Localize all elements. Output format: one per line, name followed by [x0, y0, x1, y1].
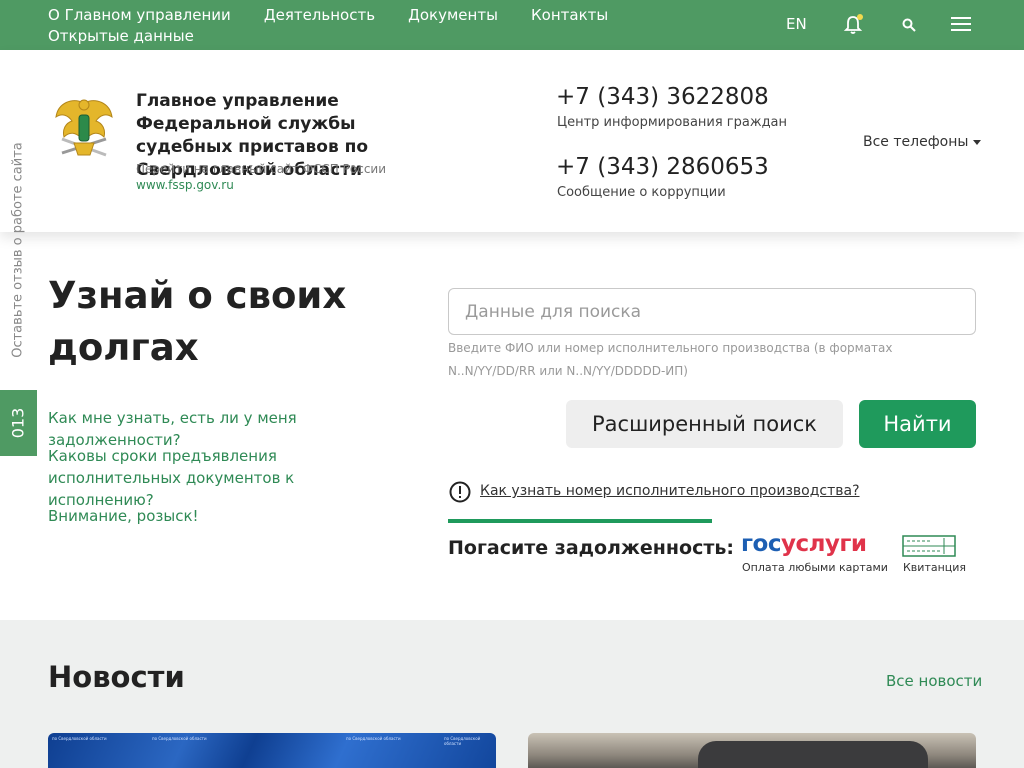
pay-accent-line — [448, 519, 712, 523]
find-button[interactable]: Найти — [859, 400, 976, 448]
page-title: Узнай о своих долгах — [48, 274, 347, 369]
fssp-emblem-logo[interactable] — [52, 93, 116, 165]
feedback-side-tab[interactable]: Оставьте отзыв о работе сайта — [4, 130, 32, 370]
nav-item-activity[interactable]: Деятельность — [264, 5, 375, 26]
receipt-caption: Квитанция — [903, 561, 967, 574]
main-nav: О Главном управлении Деятельность Докуме… — [48, 5, 688, 47]
side-badge-label: 013 — [8, 407, 28, 439]
phone-corruption[interactable]: +7 (343) 2860653 — [556, 154, 769, 180]
pay-label: Погасите задолженность: — [448, 537, 734, 559]
all-news-link[interactable]: Все новости — [886, 672, 982, 690]
news-card-image-caption: по Свердловской области — [444, 736, 481, 746]
top-navbar: О Главном управлении Деятельность Докуме… — [0, 0, 1024, 50]
nav-item-about[interactable]: О Главном управлении — [48, 5, 231, 26]
nav-item-open-data[interactable]: Открытые данные — [48, 26, 194, 47]
site-header: Главное управление Федеральной службы су… — [0, 50, 1024, 232]
phone-citizens[interactable]: +7 (343) 3622808 — [556, 84, 769, 110]
phone-corruption-caption: Сообщение о коррупции — [557, 185, 726, 200]
faq-link-wanted[interactable]: Внимание, розыск! — [48, 505, 393, 527]
feedback-label: Оставьте отзыв о работе сайта — [10, 142, 26, 358]
news-title: Новости — [48, 660, 185, 694]
all-phones-dropdown[interactable]: Все телефоны — [863, 134, 982, 150]
gosuslugi-logo[interactable]: госуслуги — [741, 531, 867, 557]
language-switch[interactable]: EN — [786, 15, 807, 33]
help-case-number-link[interactable]: Как узнать номер исполнительного произво… — [480, 483, 860, 499]
faq-link-deadlines[interactable]: Каковы сроки предъявления исполнительных… — [48, 445, 393, 511]
receipt-icon[interactable] — [902, 535, 956, 557]
advanced-search-button[interactable]: Расширенный поиск — [566, 400, 843, 448]
news-card-image[interactable] — [528, 733, 976, 768]
news-card-image-caption: по Свердловской области — [52, 736, 107, 741]
news-card-image[interactable]: по Свердловской области по Свердловской … — [48, 733, 496, 768]
gosuslugi-logo-part-1: гос — [741, 531, 781, 557]
info-icon — [449, 481, 471, 503]
search-input[interactable] — [448, 288, 976, 335]
search-icon[interactable] — [902, 18, 916, 32]
news-card-image-caption: по Свердловской области — [346, 736, 401, 741]
all-phones-label: Все телефоны — [863, 134, 969, 150]
nav-item-contacts[interactable]: Контакты — [531, 5, 608, 26]
main-site-link[interactable]: www.fssp.gov.ru — [136, 178, 234, 192]
caret-down-icon — [973, 139, 982, 145]
nav-item-documents[interactable]: Документы — [408, 5, 498, 26]
phone-device-image — [698, 741, 928, 768]
search-hint: Введите ФИО или номер исполнительного пр… — [448, 341, 893, 378]
menu-icon[interactable] — [951, 16, 971, 32]
gosuslugi-caption: Оплата любыми картами — [742, 561, 888, 574]
news-card-image-caption: по Свердловской области — [152, 736, 207, 741]
main-site-caption: Перейти на главный сайт ФССП России — [136, 162, 387, 176]
gosuslugi-logo-part-2: услуги — [780, 531, 867, 557]
phone-citizens-caption: Центр информирования граждан — [557, 115, 788, 130]
news-section: Новости Все новости по Свердловской обла… — [0, 620, 1024, 768]
bell-icon[interactable] — [842, 14, 864, 36]
side-badge[interactable]: 013 — [0, 390, 37, 456]
